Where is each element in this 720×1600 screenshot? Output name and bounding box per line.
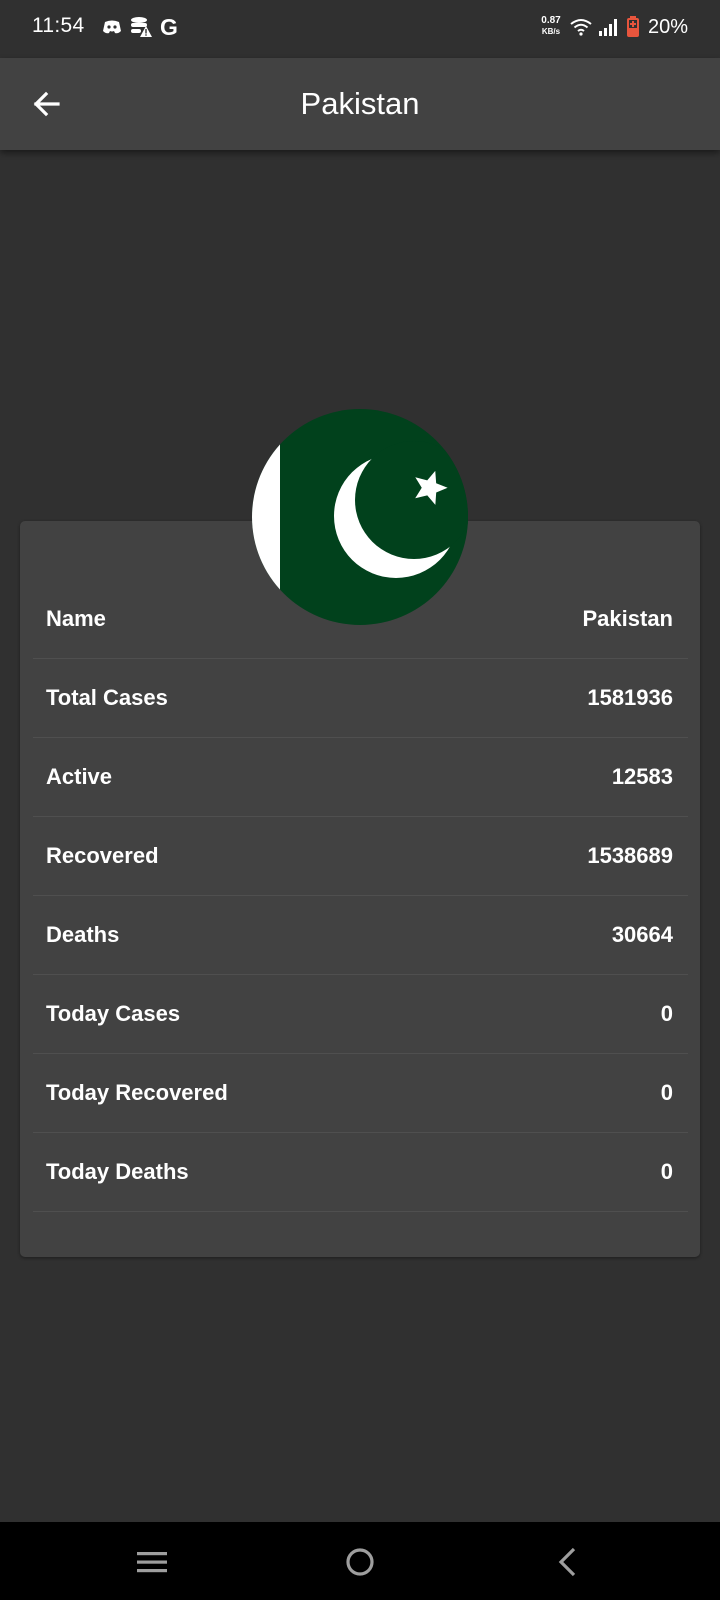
stack-alert-icon: [131, 17, 152, 37]
stat-row: Active 12583: [33, 738, 688, 817]
network-speed-unit: KB/s: [541, 27, 561, 36]
status-time: 11:54: [32, 14, 85, 37]
stats-list: Name Pakistan Total Cases 1581936 Active 1258…: [20, 580, 700, 1212]
stat-label: Today Recovered: [46, 1080, 228, 1105]
stat-label: Total Cases: [46, 685, 168, 710]
stat-label: Active: [46, 764, 113, 789]
stat-label: Name: [46, 606, 106, 631]
notification-icons: G: [102, 14, 178, 40]
signal-icon: [599, 19, 617, 36]
discord-icon: [103, 20, 121, 34]
stat-row: Total Cases 1581936: [33, 659, 688, 738]
battery-percent: 20%: [648, 15, 689, 38]
system-nav-bar: [0, 1522, 720, 1600]
stat-row: Today Deaths 0: [33, 1133, 688, 1212]
network-speed-value: 0.87: [541, 15, 561, 26]
stat-value: 30664: [611, 922, 673, 947]
stat-value: 1538689: [587, 843, 673, 868]
pakistan-flag-icon: [252, 409, 468, 625]
stat-row: Recovered 1538689: [33, 817, 688, 896]
home-circle-icon[interactable]: [342, 1544, 378, 1580]
stat-row: Deaths 30664: [33, 896, 688, 975]
google-icon: G: [160, 14, 178, 40]
country-stats-card: Name Pakistan Total Cases 1581936 Active 1258…: [20, 521, 700, 1257]
stat-label: Today Deaths: [46, 1159, 189, 1184]
stat-row: Today Cases 0: [33, 975, 688, 1054]
stat-label: Recovered: [46, 843, 159, 868]
app-bar: Pakistan: [0, 58, 720, 150]
stat-value: 1581936: [587, 685, 673, 710]
page-title: Pakistan: [300, 86, 420, 121]
stat-value: 0: [660, 1159, 673, 1184]
stat-value: Pakistan: [582, 606, 674, 631]
network-speed: 0.87 KB/s: [536, 15, 566, 37]
wifi-icon: [570, 19, 592, 36]
stat-label: Deaths: [46, 922, 120, 947]
stat-value: 0: [660, 1001, 673, 1026]
stat-value: 0: [660, 1080, 673, 1105]
back-chevron-icon[interactable]: [550, 1544, 586, 1580]
status-bar: 11:54 G 0.87 KB/s 20%: [0, 0, 720, 58]
menu-icon[interactable]: [134, 1544, 170, 1580]
stat-value: 12583: [611, 764, 673, 789]
system-icons: 20%: [570, 14, 688, 40]
stat-row: Today Recovered 0: [33, 1054, 688, 1133]
stat-label: Today Cases: [46, 1001, 181, 1026]
battery-icon: [627, 16, 639, 37]
